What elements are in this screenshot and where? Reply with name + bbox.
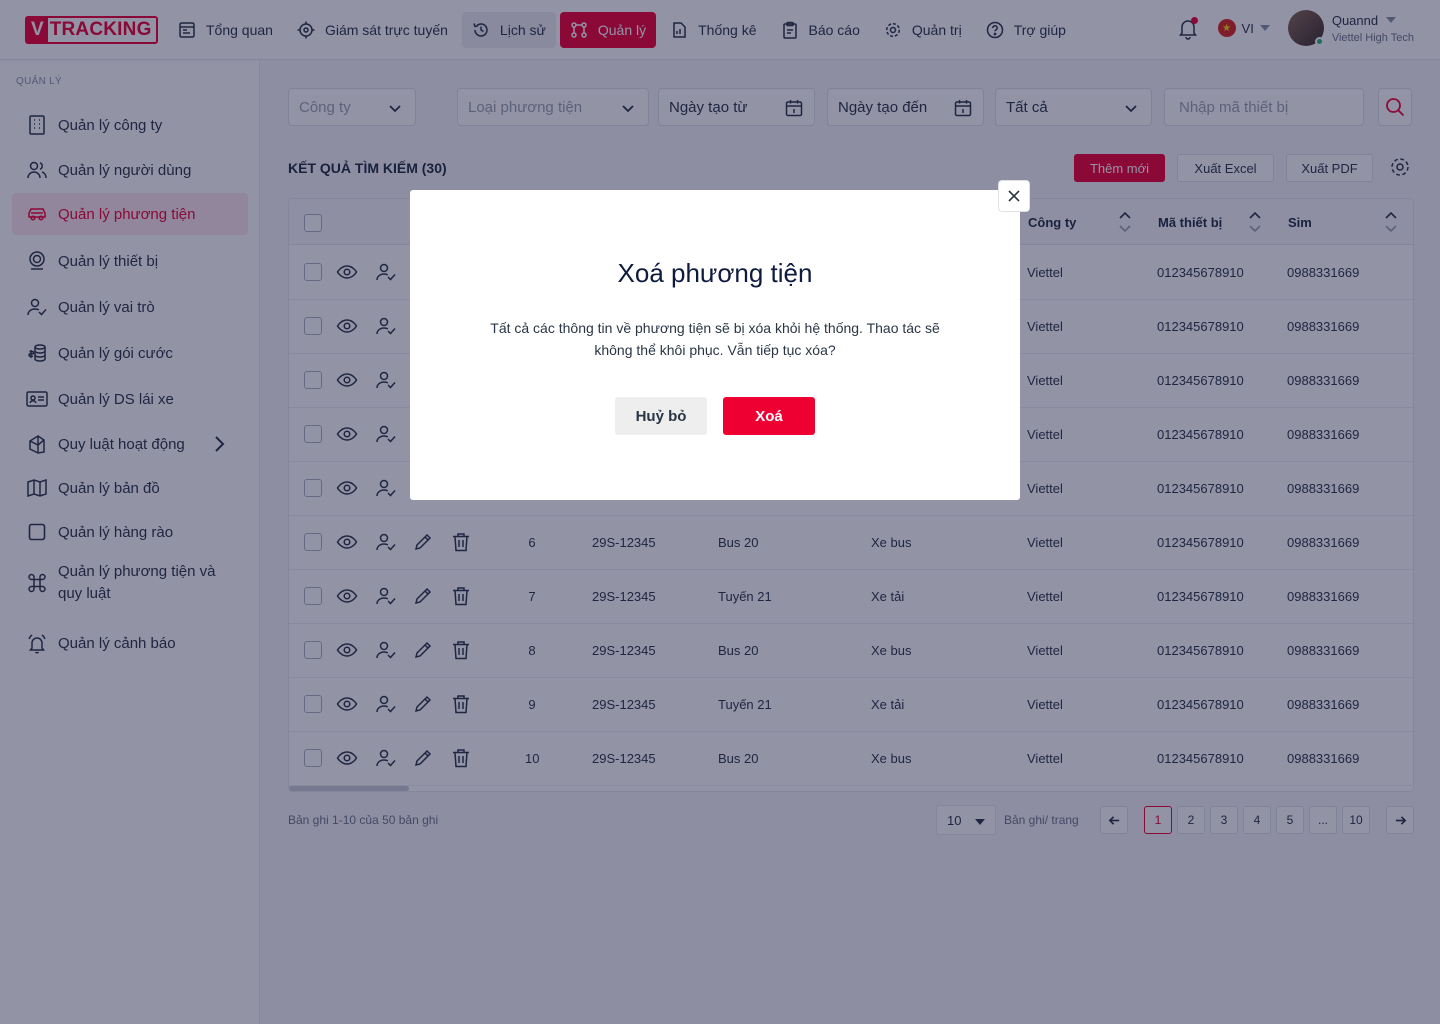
dialog-message: Tất cả các thông tin về phương tiện sẽ b…	[490, 320, 940, 358]
close-icon	[1008, 190, 1020, 202]
dialog-title: Xoá phương tiện	[617, 258, 813, 288]
dialog-close-button[interactable]	[998, 180, 1030, 212]
cancel-button[interactable]: Huỷ bỏ	[615, 397, 707, 435]
delete-vehicle-dialog: Xoá phương tiện Tất cả các thông tin về …	[410, 190, 1020, 500]
confirm-delete-button[interactable]: Xoá	[723, 397, 815, 435]
modal-overlay[interactable]	[0, 0, 1440, 1024]
